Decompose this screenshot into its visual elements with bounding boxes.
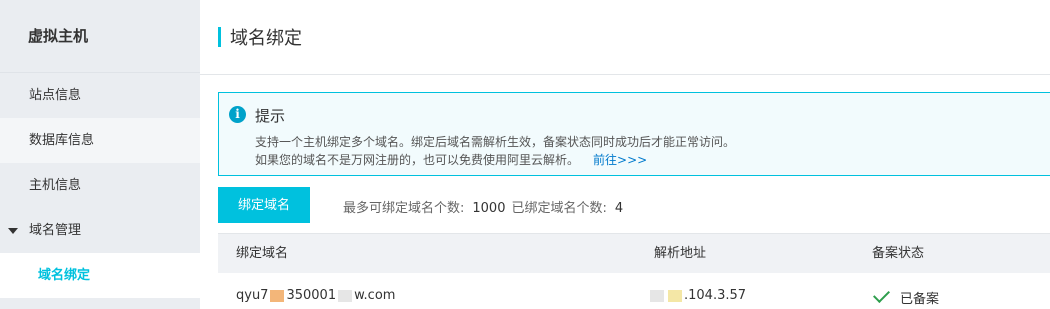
tip-title: 提示 — [255, 107, 286, 125]
tip-box: i 提示 支持一个主机绑定多个域名。绑定后域名需解析生效，备案状态同时成功后才能… — [218, 92, 1050, 176]
bound-domains-label: 已绑定域名个数: — [511, 201, 607, 216]
redaction-mark — [338, 289, 353, 302]
redaction-mark — [650, 289, 664, 302]
status-cell: 已备案 — [872, 286, 940, 307]
status-value: 已备案 — [900, 292, 940, 307]
sidebar: 虚拟主机 站点信息 数据库信息 主机信息 域名管理 域名绑定 — [0, 0, 200, 309]
info-icon: i — [229, 106, 246, 123]
domain-part: qyu7 — [236, 288, 269, 303]
bound-domains-value: 4 — [614, 201, 624, 216]
bind-domain-button[interactable]: 绑定域名 — [218, 187, 310, 223]
check-icon — [873, 286, 890, 303]
redaction-mark — [668, 289, 682, 302]
tip-text-line2-content: 如果您的域名不是万网注册的，也可以免费使用阿里云解析。 — [255, 153, 580, 167]
address-value: .104.3.57 — [684, 288, 747, 303]
column-header-status: 备案状态 — [872, 246, 925, 261]
table-row: qyu7 350001 w.com .104.3.57 已备案 — [218, 273, 1050, 309]
quota-info: 最多可绑定域名个数: 1000 已绑定域名个数: 4 — [343, 197, 629, 216]
page-title: 域名绑定 — [230, 28, 302, 49]
dns-link[interactable]: 前往>>> — [593, 153, 647, 167]
sidebar-title: 虚拟主机 — [0, 0, 200, 73]
main-content: 域名绑定 i 提示 支持一个主机绑定多个域名。绑定后域名需解析生效，备案状态同时… — [200, 0, 1050, 309]
sidebar-group-domain-management[interactable]: 域名管理 — [0, 208, 200, 253]
domain-part: w.com — [354, 288, 396, 303]
tip-text-line1: 支持一个主机绑定多个域名。绑定后域名需解析生效，备案状态同时成功后才能正常访问。 — [255, 135, 736, 149]
sidebar-item-domain-binding[interactable]: 域名绑定 — [0, 253, 200, 298]
domain-part: 350001 — [286, 288, 337, 303]
sidebar-item-host-info[interactable]: 主机信息 — [0, 163, 200, 208]
domain-cell: qyu7 350001 w.com — [236, 288, 395, 303]
sidebar-group-label: 域名管理 — [29, 223, 82, 238]
table-header: 绑定域名 解析地址 备案状态 — [218, 233, 1050, 273]
redaction-mark — [270, 289, 285, 302]
address-cell: .104.3.57 — [648, 288, 746, 303]
tip-text-line2: 如果您的域名不是万网注册的，也可以免费使用阿里云解析。 前往>>> — [255, 151, 647, 168]
column-header-domain: 绑定域名 — [236, 246, 289, 261]
max-domains-value: 1000 — [472, 201, 506, 216]
max-domains-label: 最多可绑定域名个数: — [343, 201, 465, 216]
column-header-address: 解析地址 — [654, 246, 707, 261]
page-header: 域名绑定 — [200, 0, 1050, 75]
sidebar-item-database-info[interactable]: 数据库信息 — [0, 118, 200, 163]
title-accent-bar — [218, 27, 221, 47]
caret-down-icon — [8, 227, 18, 234]
sidebar-item-site-info[interactable]: 站点信息 — [0, 73, 200, 118]
